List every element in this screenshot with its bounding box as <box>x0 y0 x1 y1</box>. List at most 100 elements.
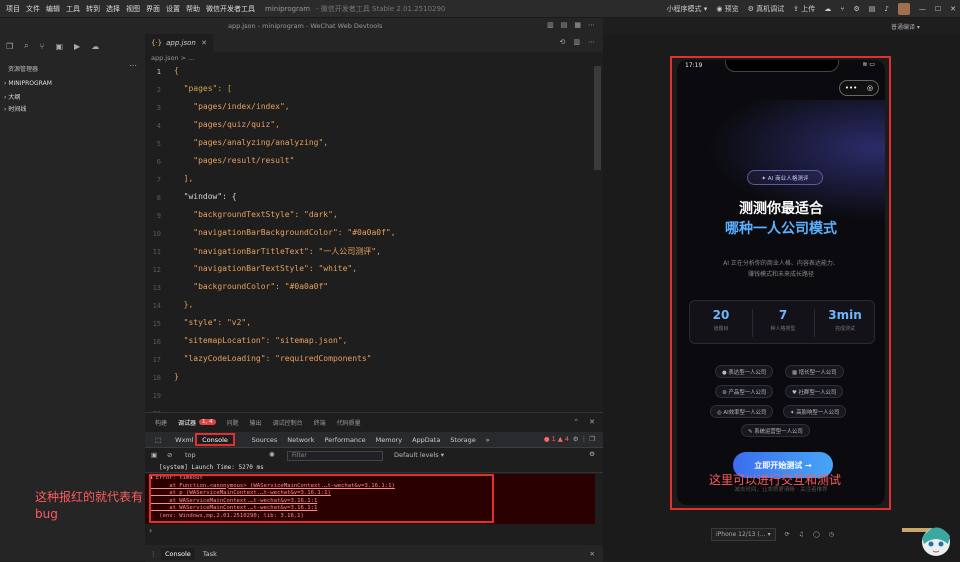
drawer-menu-icon[interactable]: ⋮ <box>150 550 157 558</box>
issue-count[interactable]: ● 1 ▲ 4 <box>544 435 569 443</box>
files-icon[interactable]: ❐ <box>6 42 13 51</box>
menu-item[interactable]: 视图 <box>126 4 140 14</box>
compile-select[interactable]: 普通编译 ▾ <box>891 22 920 31</box>
search-icon[interactable]: ⌕ <box>24 41 28 51</box>
console-settings-icon[interactable]: ⚙ <box>589 450 595 458</box>
doc-icon[interactable]: ▤ <box>869 5 876 13</box>
minimize-icon[interactable]: — <box>919 5 926 13</box>
code-line[interactable]: "window": { <box>174 192 237 201</box>
chevron-up-icon[interactable]: ⌃ <box>573 418 579 426</box>
mode-select[interactable]: 小程序模式 ▾ <box>667 4 708 14</box>
tab-build[interactable]: 构建 <box>155 418 167 427</box>
tab-appdata[interactable]: AppData <box>412 436 440 444</box>
rotate-icon[interactable]: ⟳ <box>785 531 790 538</box>
split-bottom-icon[interactable]: ▤ <box>561 21 568 29</box>
tab-memory[interactable]: Memory <box>376 436 402 444</box>
more-tabs-icon[interactable]: » <box>486 436 490 444</box>
history-icon[interactable]: ⟲ <box>560 38 566 46</box>
filter-input[interactable]: Filter <box>287 451 383 461</box>
eye-icon[interactable]: ◉ <box>269 450 275 458</box>
tab-debug-console[interactable]: 调试控制台 <box>273 418 303 427</box>
close-icon[interactable]: ✕ <box>589 418 595 426</box>
editor-scrollbar[interactable] <box>594 66 601 170</box>
code-line[interactable]: "lazyCodeLoading": "requiredComponents" <box>174 354 372 363</box>
remote-debug-button[interactable]: ⚙ 真机调试 <box>748 4 785 14</box>
tab-problems[interactable]: 问题 <box>227 418 239 427</box>
tree-item-outline[interactable]: › 大纲 <box>4 92 20 101</box>
code-line[interactable]: "navigationBarTitleText": "一人公司测评", <box>174 246 381 257</box>
phone-screen[interactable]: 17:19 ≋ ▭ ••• ◎ ✦ AI 商业人格测评 测测你最适合 哪种一人公… <box>677 60 885 505</box>
tab-network[interactable]: Network <box>287 436 314 444</box>
cloud-icon[interactable]: ☁ <box>824 5 831 13</box>
close-icon[interactable]: ✕ <box>950 5 956 13</box>
split-editor-icon[interactable]: ▥ <box>573 38 580 46</box>
tab-storage[interactable]: Storage <box>450 436 475 444</box>
menu-item[interactable]: 转到 <box>86 4 100 14</box>
code-line[interactable]: ], <box>174 174 194 183</box>
more-icon[interactable]: ⋯ <box>588 38 595 46</box>
tree-item-miniprogram[interactable]: › MINIPROGRAM <box>4 80 52 87</box>
mini-program-capsule[interactable]: ••• ◎ <box>839 80 879 96</box>
split-right-icon[interactable]: ▦ <box>574 21 581 29</box>
tab-performance[interactable]: Performance <box>324 436 365 444</box>
code-line[interactable]: "pages": [ <box>174 84 232 93</box>
clear-console-icon[interactable]: ⊘ <box>167 451 172 459</box>
levels-select[interactable]: Default levels ▾ <box>394 451 444 459</box>
code-line[interactable]: "pages/result/result" <box>174 156 294 165</box>
git-icon[interactable]: ⑂ <box>40 42 45 51</box>
menu-item[interactable]: 界面 <box>146 4 160 14</box>
tab-terminal[interactable]: 终端 <box>314 418 326 427</box>
close-target-icon[interactable]: ◎ <box>867 84 873 92</box>
tab-output[interactable]: 输出 <box>250 418 262 427</box>
settings-icon[interactable]: ⚙ <box>853 5 859 13</box>
code-line[interactable]: { <box>174 66 179 75</box>
more-icon[interactable]: ⋯ <box>588 21 595 29</box>
maximize-icon[interactable]: ☐ <box>935 5 941 13</box>
more-icon[interactable]: ••• <box>845 84 857 92</box>
code-line[interactable]: }, <box>174 300 194 309</box>
split-left-icon[interactable]: ▥ <box>547 21 554 29</box>
console-prompt[interactable]: › <box>149 526 152 535</box>
upload-button[interactable]: ⇪ 上传 <box>793 4 815 14</box>
code-line[interactable]: "style": "v2", <box>174 318 251 327</box>
extensions-icon[interactable]: ▣ <box>55 42 63 51</box>
settings-icon[interactable]: ⚙ ⋮ ❐ <box>573 435 595 443</box>
menu-item[interactable]: 项目 <box>6 4 20 14</box>
volume-icon[interactable]: ♫ <box>799 531 804 538</box>
code-line[interactable]: "sitemapLocation": "sitemap.json", <box>174 336 348 345</box>
branch-icon[interactable]: ⑂ <box>840 5 844 13</box>
tab-app-json[interactable]: {·} app.json ✕ <box>145 34 213 52</box>
menu-item[interactable]: 选择 <box>106 4 120 14</box>
tab-wxml[interactable]: Wxml <box>175 436 193 444</box>
close-tab-icon[interactable]: ✕ <box>201 39 207 47</box>
tab-code-quality[interactable]: 代码质量 <box>337 418 361 427</box>
explorer-more-icon[interactable]: ⋯ <box>129 61 137 70</box>
menu-item[interactable]: 编辑 <box>46 4 60 14</box>
code-line[interactable]: "navigationBarBackgroundColor": "#0a0a0f… <box>174 228 395 237</box>
code-line[interactable]: "pages/index/index", <box>174 102 289 111</box>
code-line[interactable]: "backgroundColor": "#0a0a0f" <box>174 282 328 291</box>
close-drawer-icon[interactable]: ✕ <box>590 550 595 558</box>
inspect-icon[interactable]: ⬚ <box>155 436 161 444</box>
avatar[interactable] <box>897 3 910 15</box>
code-line[interactable]: "backgroundTextStyle": "dark", <box>174 210 338 219</box>
tab-console[interactable]: Console <box>195 433 235 446</box>
drawer-tab-console[interactable]: Console <box>161 547 195 560</box>
preview-button[interactable]: ◉ 预览 <box>716 4 738 14</box>
home-icon[interactable]: ◯ <box>813 531 820 538</box>
breadcrumb[interactable]: app.json > ... <box>151 54 194 62</box>
tab-sources[interactable]: Sources <box>252 436 278 444</box>
menu-item[interactable]: 设置 <box>166 4 180 14</box>
tab-debugger[interactable]: 调试器 <box>178 418 196 427</box>
device-select[interactable]: iPhone 12/13 (… ▾ <box>711 528 776 541</box>
menu-item[interactable]: 帮助 <box>186 4 200 14</box>
code-line[interactable]: "pages/quiz/quiz", <box>174 120 280 129</box>
code-line[interactable]: "pages/analyzing/analyzing", <box>174 138 328 147</box>
code-area[interactable]: 1 {2 "pages": [3 "pages/index/index", 4 "p… <box>145 66 603 418</box>
drawer-tab-task[interactable]: Task <box>203 550 217 558</box>
code-line[interactable]: "navigationBarTextStyle": "white", <box>174 264 357 273</box>
menu-item[interactable]: 微信开发者工具 <box>206 4 255 14</box>
context-select[interactable]: top <box>185 451 196 459</box>
menu-item[interactable]: 文件 <box>26 4 40 14</box>
sidebar-toggle-icon[interactable]: ▣ <box>151 451 157 459</box>
